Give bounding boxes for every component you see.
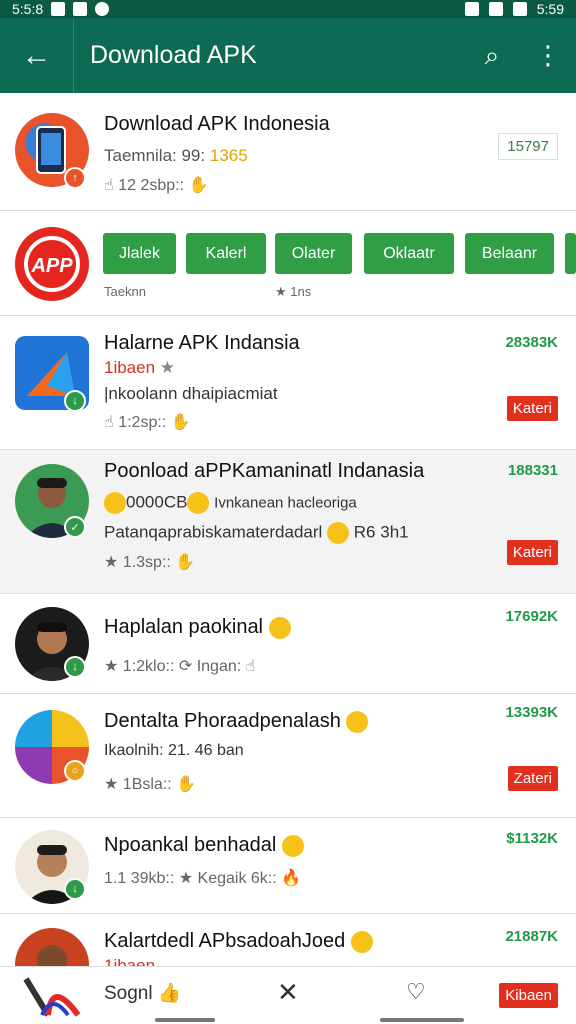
app-badge-icon: ↓ bbox=[64, 878, 86, 900]
svg-text:APP: APP bbox=[30, 255, 73, 277]
app-count: 13393K bbox=[505, 704, 558, 721]
star-icon: ★ bbox=[178, 870, 194, 887]
app-description: Patanqaprabiskamaterdadarl R6 3h1 bbox=[104, 522, 409, 544]
status-time-left: 5:5:8 bbox=[12, 1, 44, 17]
app-title: Download APK Indonesia bbox=[104, 113, 330, 135]
chip-caption: Taeknn bbox=[104, 284, 146, 299]
category-chip[interactable]: Oklaatr bbox=[364, 233, 454, 274]
notification-icon bbox=[51, 2, 66, 16]
close-icon[interactable]: ✕ bbox=[277, 977, 299, 1008]
nav-handle bbox=[155, 1018, 215, 1022]
app-meta: ★ 1.3sp:: ✋ bbox=[104, 554, 196, 571]
list-item[interactable]: ↓ Npoankal benhadal 1.1 39kb:: ★ Kegaik … bbox=[0, 818, 576, 914]
search-icon[interactable]: ⌕ bbox=[464, 18, 520, 93]
app-subtitle: Taemnila: 99: 1365 bbox=[104, 146, 248, 165]
wifi-icon bbox=[464, 2, 479, 16]
category-chip-partial[interactable] bbox=[565, 233, 576, 274]
app-badge-icon: ✓ bbox=[64, 516, 86, 538]
app-badge-icon: ↑ bbox=[64, 167, 86, 189]
action-button[interactable]: Kateri bbox=[506, 540, 558, 565]
refresh-icon: ⟳ bbox=[178, 658, 193, 675]
app-count: 28383K bbox=[505, 334, 558, 351]
list-item[interactable]: Kalartdedl APbsadoahJoed 1ibaen 21887K bbox=[0, 914, 576, 974]
bottom-label[interactable]: Sognl 👍 bbox=[104, 981, 182, 1005]
app-subtitle: 0000CB Ivnkanean hacleoriga bbox=[104, 492, 357, 514]
hand-icon: ✋ bbox=[175, 554, 196, 571]
hand-icon: ✋ bbox=[170, 414, 191, 431]
back-arrow-icon[interactable]: ← bbox=[0, 18, 74, 93]
app-count: 188331 bbox=[507, 462, 558, 479]
chip-caption: ★ 1ns bbox=[275, 284, 312, 299]
app-count: 21887K bbox=[505, 928, 558, 945]
app-badge-icon: ○ bbox=[64, 760, 86, 782]
list-item[interactable]: ✓ Poonload aPPKamaninatl Indanasia 0000C… bbox=[0, 450, 576, 594]
bottom-navigation: Sognl 👍 ✕ ♡ Kibaen bbox=[0, 966, 576, 1024]
app-title: Dentalta Phoraadpenalash bbox=[104, 710, 369, 733]
hand-icon: ✋ bbox=[188, 177, 209, 194]
emoji-icon bbox=[187, 492, 210, 514]
app-title: Npoankal benhadal bbox=[104, 834, 304, 857]
action-button[interactable]: Kateri bbox=[506, 396, 558, 421]
like-icon: ☝ bbox=[104, 414, 114, 431]
category-row: APP Jlalek Kalerl Olater Oklaatr Belaanr… bbox=[0, 211, 576, 316]
like-icon: ☝ bbox=[245, 658, 256, 675]
app-count: 17692K bbox=[505, 608, 558, 625]
status-bar: 5:5:8 5:59 bbox=[0, 0, 576, 18]
list-item[interactable]: ↑ Download APK Indonesia Taemnila: 99: 1… bbox=[0, 93, 576, 211]
app-badge-icon: ↓ bbox=[64, 390, 86, 412]
star-icon: ★ bbox=[104, 776, 119, 793]
emoji-icon bbox=[268, 616, 291, 639]
battery-icon bbox=[512, 2, 527, 16]
app-subtitle: Ikaolnih: 21. 46 ban bbox=[104, 742, 244, 759]
app-count: $1132K bbox=[506, 830, 558, 847]
app-logo: APP bbox=[15, 227, 89, 301]
emoji-icon bbox=[104, 492, 126, 514]
app-tag: 1ibaen ★ bbox=[104, 358, 176, 377]
bottom-action-button[interactable]: Kibaen bbox=[499, 983, 558, 1008]
app-subtitle: |nkoolann dhaipiacmiat bbox=[104, 384, 278, 403]
app-meta: ★ 1Bsla:: ✋ bbox=[104, 776, 197, 793]
app-meta: ★ 1:2klo:: ⟳ Ingan: ☝ bbox=[104, 658, 256, 675]
category-chip[interactable]: Jlalek bbox=[103, 233, 176, 274]
like-icon: ☝ bbox=[104, 177, 114, 194]
more-options-icon[interactable]: ⋮ bbox=[520, 18, 576, 93]
app-meta: ☝ 1:2sp:: ✋ bbox=[104, 414, 191, 431]
app-meta: ☝ 12 2sbp:: ✋ bbox=[104, 177, 209, 194]
emoji-icon bbox=[281, 834, 304, 857]
emoji-icon bbox=[346, 710, 369, 733]
app-title: Haplalan paokinal bbox=[104, 616, 291, 639]
emoji-icon bbox=[350, 930, 373, 953]
category-chip[interactable]: Belaanr bbox=[465, 233, 554, 274]
app-meta: 1.1 39kb:: ★ Kegaik 6k:: 🔥 bbox=[104, 870, 302, 887]
app-title: Halarne APK Indansia bbox=[104, 332, 300, 354]
app-title: Kalartdedl APbsadoahJoed bbox=[104, 930, 373, 953]
like-icon: 👍 bbox=[157, 983, 182, 1004]
signal-icon bbox=[488, 2, 503, 16]
nav-handle bbox=[380, 1018, 464, 1022]
status-time-right: 5:59 bbox=[536, 1, 564, 17]
app-logo-icon[interactable] bbox=[22, 975, 82, 1019]
app-badge-icon: ↓ bbox=[64, 656, 86, 678]
fire-icon: 🔥 bbox=[281, 870, 302, 887]
notification-icon bbox=[95, 2, 110, 16]
app-title: Poonload aPPKamaninatl Indanasia bbox=[104, 460, 425, 482]
location-icon[interactable]: ♡ bbox=[406, 979, 426, 1005]
emoji-icon bbox=[327, 522, 350, 544]
category-chip[interactable]: Olater bbox=[275, 233, 352, 274]
action-button[interactable]: Zateri bbox=[507, 766, 558, 791]
page-title: Download APK bbox=[90, 41, 257, 69]
notification-icon bbox=[73, 2, 88, 16]
app-bar: ← Download APK ⌕ ⋮ bbox=[0, 18, 576, 93]
list-item[interactable]: ↓ Halarne APK Indansia 1ibaen ★ |nkoolan… bbox=[0, 316, 576, 450]
category-chip[interactable]: Kalerl bbox=[186, 233, 266, 274]
star-icon: ★ bbox=[159, 358, 176, 377]
star-icon: ★ bbox=[104, 554, 119, 571]
hand-icon: ✋ bbox=[176, 776, 197, 793]
star-icon: ★ bbox=[104, 658, 119, 675]
list-item[interactable]: ↓ Haplalan paokinal ★ 1:2klo:: ⟳ Ingan: … bbox=[0, 594, 576, 694]
list-item[interactable]: ○ Dentalta Phoraadpenalash Ikaolnih: 21.… bbox=[0, 694, 576, 818]
app-count: 15797 bbox=[498, 133, 558, 160]
